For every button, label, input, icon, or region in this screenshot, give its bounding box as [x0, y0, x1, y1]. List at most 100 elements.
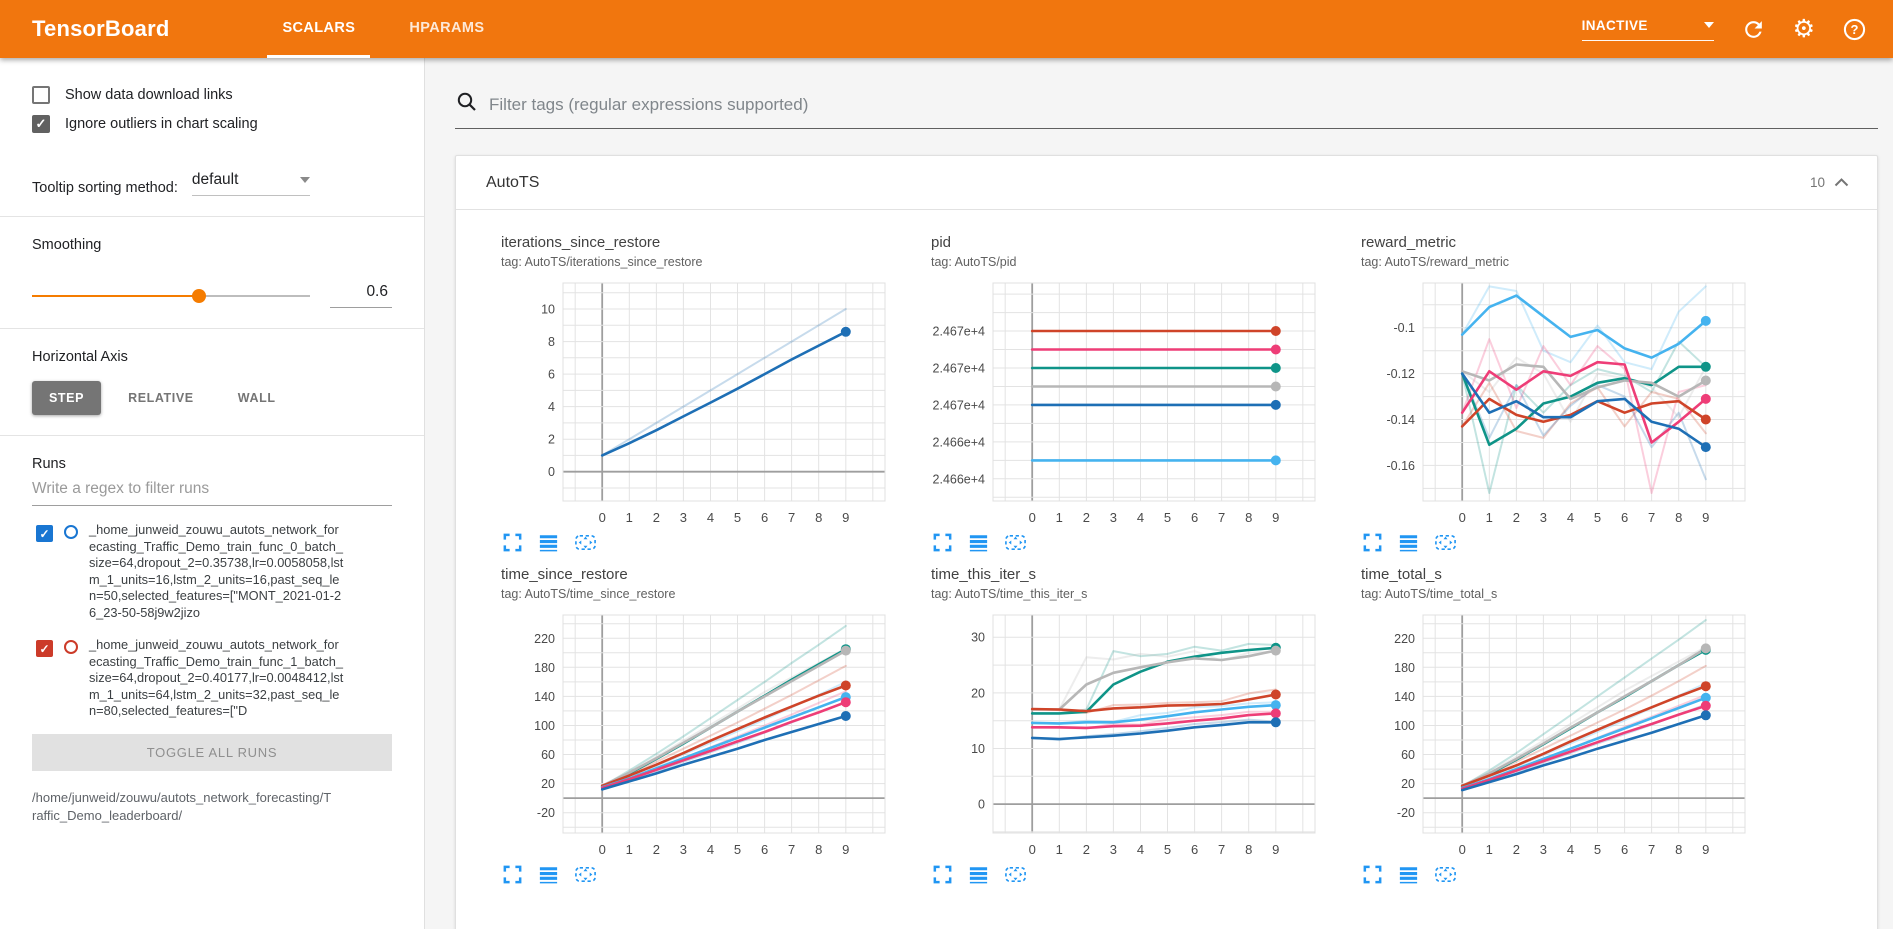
data-table-icon[interactable]	[967, 531, 990, 554]
expand-chart-icon[interactable]	[1361, 863, 1384, 886]
dashboard-main: AutoTS 10 iterations_since_restore tag: …	[425, 58, 1893, 929]
chart-toolbar	[1361, 531, 1781, 554]
chart-toolbar	[1361, 863, 1781, 886]
svg-text:7: 7	[1648, 510, 1655, 525]
line-chart-plot[interactable]: 01234567890246810	[501, 277, 893, 529]
ignore-outliers-checkbox[interactable]	[32, 115, 50, 133]
main-tabs: SCALARS HPARAMS	[267, 0, 523, 58]
svg-text:6: 6	[548, 368, 555, 382]
chart-title: iterations_since_restore	[501, 234, 921, 251]
data-table-icon[interactable]	[537, 863, 560, 886]
tab-hparams[interactable]: HPARAMS	[394, 0, 499, 58]
tab-scalars[interactable]: SCALARS	[267, 0, 370, 58]
run-color-radio[interactable]	[64, 640, 78, 654]
run-row-0[interactable]: _home_junweid_zouwu_autots_network_forec…	[32, 522, 392, 621]
tooltip-sorting-select[interactable]: default	[192, 171, 310, 196]
scalar-chart-card: pid tag: AutoTS/pid 01234567892.466e+42.…	[931, 234, 1351, 554]
fit-domain-icon[interactable]	[1003, 531, 1028, 554]
expand-chart-icon[interactable]	[1361, 531, 1384, 554]
refresh-icon[interactable]	[1741, 17, 1766, 42]
line-chart-plot[interactable]: 0123456789-0.16-0.14-0.12-0.1	[1361, 277, 1753, 529]
fit-domain-icon[interactable]	[1433, 863, 1458, 886]
tag-filter-input[interactable]	[489, 95, 1878, 115]
svg-text:3: 3	[1110, 510, 1117, 525]
expand-chart-icon[interactable]	[931, 531, 954, 554]
svg-text:9: 9	[1702, 842, 1709, 857]
svg-text:9: 9	[1702, 510, 1709, 525]
run-checkbox[interactable]	[36, 525, 53, 542]
svg-text:7: 7	[788, 842, 795, 857]
svg-text:20: 20	[1401, 777, 1415, 791]
fit-domain-icon[interactable]	[573, 863, 598, 886]
svg-text:8: 8	[815, 510, 822, 525]
svg-text:-0.16: -0.16	[1387, 459, 1416, 473]
svg-text:0: 0	[1459, 842, 1466, 857]
axis-step-button[interactable]: STEP	[32, 381, 101, 415]
show-download-links-checkbox-row[interactable]: Show data download links	[32, 86, 392, 104]
smoothing-slider[interactable]	[32, 289, 310, 303]
svg-text:1: 1	[1486, 510, 1493, 525]
fit-domain-icon[interactable]	[1433, 531, 1458, 554]
svg-text:0: 0	[1459, 510, 1466, 525]
chart-tag: tag: AutoTS/time_since_restore	[501, 587, 921, 601]
fit-domain-icon[interactable]	[573, 531, 598, 554]
svg-text:20: 20	[541, 777, 555, 791]
svg-text:3: 3	[1540, 510, 1547, 525]
smoothing-value[interactable]: 0.6	[330, 283, 392, 308]
expand-chart-icon[interactable]	[501, 531, 524, 554]
section-header[interactable]: AutoTS 10	[456, 156, 1877, 210]
svg-text:6: 6	[1191, 510, 1198, 525]
runs-regex-input[interactable]	[32, 472, 392, 506]
expand-chart-icon[interactable]	[931, 863, 954, 886]
ignore-outliers-label: Ignore outliers in chart scaling	[65, 116, 258, 132]
chart-tag: tag: AutoTS/reward_metric	[1361, 255, 1781, 269]
svg-text:4: 4	[1137, 510, 1144, 525]
horizontal-axis-label: Horizontal Axis	[32, 349, 392, 365]
data-table-icon[interactable]	[537, 531, 560, 554]
ignore-outliers-checkbox-row[interactable]: Ignore outliers in chart scaling	[32, 115, 392, 133]
svg-text:30: 30	[971, 631, 985, 645]
svg-text:5: 5	[1594, 510, 1601, 525]
topbar-actions: INACTIVE ⚙ ?	[1582, 0, 1867, 58]
settings-gear-icon[interactable]: ⚙	[1793, 17, 1815, 42]
svg-text:140: 140	[534, 690, 555, 704]
expand-chart-icon[interactable]	[501, 863, 524, 886]
status-dropdown[interactable]: INACTIVE	[1582, 18, 1714, 41]
run-name: _home_junweid_zouwu_autots_network_forec…	[89, 522, 345, 621]
autots-section-card: AutoTS 10 iterations_since_restore tag: …	[455, 155, 1878, 929]
svg-text:3: 3	[680, 842, 687, 857]
data-table-icon[interactable]	[1397, 531, 1420, 554]
svg-text:5: 5	[1164, 842, 1171, 857]
chevron-up-icon	[1834, 178, 1849, 187]
svg-text:10: 10	[541, 303, 555, 317]
line-chart-plot[interactable]: 0123456789-202060100140180220	[1361, 609, 1753, 861]
toggle-all-runs-button[interactable]: TOGGLE ALL RUNS	[32, 734, 392, 771]
svg-text:1: 1	[626, 842, 633, 857]
chart-toolbar	[501, 531, 921, 554]
data-table-icon[interactable]	[1397, 863, 1420, 886]
slider-thumb[interactable]	[192, 289, 206, 303]
show-download-links-checkbox[interactable]	[32, 86, 50, 104]
line-chart-plot[interactable]: 01234567892.466e+42.466e+42.467e+42.467e…	[931, 277, 1323, 529]
chart-title: time_this_iter_s	[931, 566, 1351, 583]
help-icon[interactable]: ?	[1842, 17, 1867, 42]
fit-domain-icon[interactable]	[1003, 863, 1028, 886]
scalar-chart-card: time_this_iter_s tag: AutoTS/time_this_i…	[931, 566, 1351, 886]
section-collapse-control[interactable]: 10	[1810, 175, 1849, 190]
run-row-1[interactable]: _home_junweid_zouwu_autots_network_forec…	[32, 637, 392, 720]
svg-text:-0.1: -0.1	[1393, 321, 1415, 335]
svg-text:0: 0	[1029, 842, 1036, 857]
status-label: INACTIVE	[1582, 18, 1648, 33]
line-chart-plot[interactable]: 0123456789-202060100140180220	[501, 609, 893, 861]
axis-relative-button[interactable]: RELATIVE	[111, 381, 211, 415]
run-color-radio[interactable]	[64, 525, 78, 539]
run-checkbox[interactable]	[36, 640, 53, 657]
line-chart-plot[interactable]: 01234567890102030	[931, 609, 1323, 861]
data-table-icon[interactable]	[967, 863, 990, 886]
svg-text:180: 180	[534, 661, 555, 675]
svg-text:2: 2	[653, 510, 660, 525]
axis-wall-button[interactable]: WALL	[221, 381, 293, 415]
topbar: TensorBoard SCALARS HPARAMS INACTIVE ⚙ ?	[0, 0, 1893, 58]
svg-text:8: 8	[1245, 842, 1252, 857]
chart-count: 10	[1810, 175, 1825, 190]
